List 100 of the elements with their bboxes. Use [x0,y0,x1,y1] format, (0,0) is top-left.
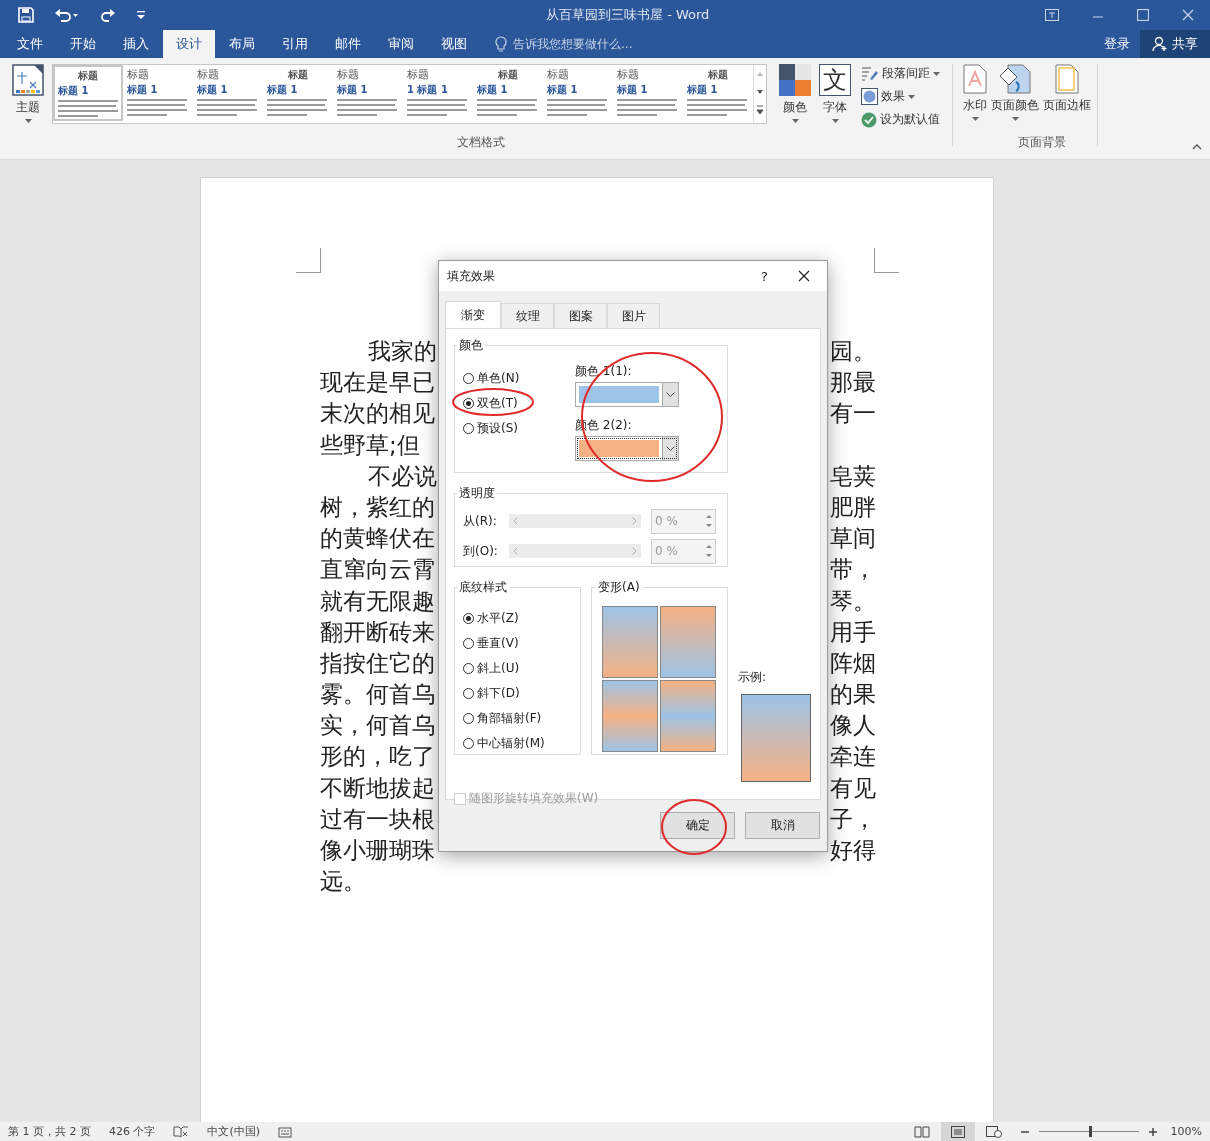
style-set-thumbnail[interactable]: 标题 标题 1 [193,65,263,121]
dialog-button[interactable]: 确定 [660,812,735,839]
style-set-thumbnail[interactable]: 标题 标题 1 [53,65,123,121]
body-text: 我家的 [367,337,437,366]
dropdown-caret-icon [908,94,915,99]
sign-in-link[interactable]: 登录 [1094,30,1140,58]
dialog-tab[interactable]: 渐变 [445,301,501,328]
read-mode-icon [913,1125,930,1138]
ribbon-tab[interactable]: 文件 [4,30,56,58]
ribbon-tab[interactable]: 开始 [57,30,109,58]
ribbon-tab[interactable]: 引用 [269,30,321,58]
style-set-thumbnail[interactable]: 标题 标题 1 [263,65,333,121]
zoom-in-icon[interactable] [1148,1127,1157,1136]
zoom-slider-thumb[interactable] [1088,1126,1092,1137]
save-icon[interactable] [18,7,34,23]
ribbon-tab[interactable]: 插入 [110,30,162,58]
tell-me-field[interactable]: 告诉我您想要做什么... [495,30,633,58]
print-layout-icon [950,1125,965,1138]
ribbon-display-icon[interactable] [1045,9,1059,21]
style-set-thumbnail[interactable]: 标题 标题 1 [473,65,543,121]
body-text-preview-drawing [547,99,607,117]
ribbon-small-button[interactable]: 效果 [861,87,940,106]
zoom-percentage[interactable]: 100% [1170,1125,1202,1138]
radio-option[interactable]: 斜下(D) [463,685,572,701]
body-text: 不断地拔起 [320,773,435,803]
style-set-thumbnail[interactable]: 标题 标题 1 [683,65,753,121]
color-dropdown[interactable] [575,436,679,461]
style-set-thumbnail[interactable]: 标题 标题 1 [123,65,193,121]
dialog-tab[interactable]: 图片 [607,303,660,328]
color-dropdown[interactable] [575,382,679,407]
dialog-button[interactable]: 取消 [745,812,820,839]
radio-option[interactable]: 斜上(U) [463,660,572,676]
group-title: 颜色 [458,337,484,354]
body-text: 的果 [830,680,876,710]
body-text: 过有一块根 [320,804,435,834]
body-text-preview-drawing [58,100,118,118]
radio-option[interactable]: 角部辐射(F) [463,710,572,726]
dialog-tab[interactable]: 纹理 [501,303,554,328]
dropdown-caret-icon [791,119,799,123]
proofing-book-icon[interactable] [173,1125,190,1138]
gradient-variant-swatch[interactable] [660,680,716,752]
color-palette-icon [779,64,811,96]
collapse-ribbon-icon[interactable] [1192,144,1202,150]
body-text-preview-drawing [407,99,467,117]
style-set-thumbnail[interactable]: 标题 标题 1 [543,65,613,121]
theme-button[interactable]: 主题 [8,64,48,123]
person-add-icon [1152,36,1168,52]
radio-option[interactable]: 中心辐射(M) [463,735,572,751]
body-text: 那最 [830,368,876,398]
body-text: 形的，吃了 [320,742,435,772]
chevron-down-icon [666,392,675,397]
maximize-icon[interactable] [1137,9,1149,21]
ribbon-small-button[interactable]: 段落间距 [861,64,940,83]
fonts-button[interactable]: 文 字体 [815,64,855,123]
ribbon-small-button[interactable]: 设为默认值 [861,110,940,129]
radio-option[interactable]: 垂直(V) [463,635,572,651]
gradient-variant-swatch[interactable] [602,680,658,752]
gradient-variant-swatch[interactable] [660,606,716,678]
body-text: 末次的相见 [320,399,435,429]
dropdown-caret-icon [971,117,979,121]
dialog-tab[interactable]: 图案 [554,303,607,328]
body-text: 雾。何首乌 [320,680,435,710]
close-icon[interactable] [798,270,810,282]
ribbon-tab[interactable]: 邮件 [322,30,374,58]
body-text-preview-drawing [477,99,537,117]
radio-option[interactable]: 水平(Z) [463,610,572,626]
colors-button[interactable]: 颜色 [775,64,815,123]
ribbon-tab[interactable]: 审阅 [375,30,427,58]
body-text: 有见 [830,773,876,803]
window-title: 从百草园到三味书屋 - Word [545,6,711,24]
dialog-title: 填充效果 [447,267,495,285]
share-button[interactable]: 共享 [1140,30,1210,58]
view-mode-button[interactable] [940,1122,975,1141]
style-set-thumbnail[interactable]: 标题 1 标题 1 [403,65,473,121]
group-title: 底纹样式 [458,579,508,596]
body-text-preview-drawing [337,99,397,117]
redo-icon[interactable] [100,7,116,23]
body-text: 不必说 [367,461,437,491]
ribbon-tab[interactable]: 设计 [163,30,215,58]
gradient-variant-swatch[interactable] [602,606,658,678]
ribbon-tab[interactable]: 视图 [428,30,480,58]
ribbon-tab[interactable]: 布局 [216,30,268,58]
customize-toolbar-icon[interactable] [136,10,146,20]
dropdown-caret-icon [933,71,940,76]
page-color-icon [998,64,1032,94]
radio-option[interactable]: 预设(S) [463,420,518,436]
body-text: 树，紫红的 [320,492,435,522]
dropdown-caret-icon [831,119,839,123]
undo-icon[interactable] [54,7,80,23]
radio-option[interactable]: 单色(N) [463,370,520,386]
page-background-button[interactable]: 页面颜色 [989,64,1041,121]
style-set-thumbnail[interactable]: 标题 标题 1 [333,65,403,121]
group-label: 页面背景 [1018,134,1066,151]
language-indicator[interactable]: 中文(中国) [207,1124,261,1139]
style-set-thumbnail[interactable]: 标题 标题 1 [613,65,683,121]
help-button[interactable]: ? [761,268,768,284]
body-text: 现在是早已 [320,368,435,398]
page-background-button[interactable]: 水印 [961,64,989,121]
page-background-button[interactable]: 页面边框 [1041,64,1093,114]
body-text: 好得 [830,836,876,865]
